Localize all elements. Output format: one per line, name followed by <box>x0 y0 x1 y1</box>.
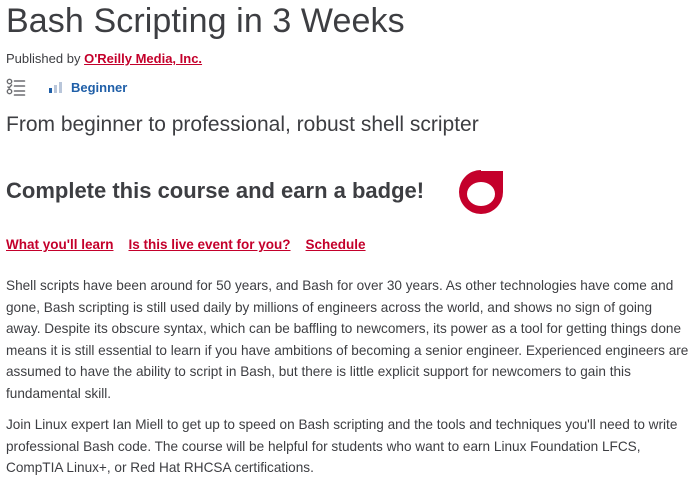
course-page: Bash Scripting in 3 Weeks Published by O… <box>0 0 694 480</box>
course-subtitle: From beginner to professional, robust sh… <box>6 113 479 136</box>
description-paragraph: Shell scripts have been around for 50 ye… <box>6 278 689 401</box>
badge-icon <box>459 170 503 214</box>
nav-link-is-this-for-you[interactable]: Is this live event for you? <box>128 237 290 252</box>
course-description: Shell scripts have been around for 50 ye… <box>6 275 690 489</box>
publisher-link[interactable]: O'Reilly Media, Inc. <box>84 51 202 66</box>
course-title: Bash Scripting in 3 Weeks <box>6 2 405 40</box>
badge-heading: Complete this course and earn a badge! <box>6 178 425 203</box>
level-bars-icon <box>49 82 62 93</box>
nav-link-schedule[interactable]: Schedule <box>306 237 366 252</box>
nav-link-what-youll-learn[interactable]: What you'll learn <box>6 237 113 252</box>
description-paragraph: Join Linux expert Ian Miell to get up to… <box>6 417 678 475</box>
course-meta: Beginner <box>6 76 127 98</box>
publisher-line: Published by O'Reilly Media, Inc. <box>6 51 202 66</box>
list-icon <box>6 78 26 96</box>
level-label: Beginner <box>71 79 128 95</box>
published-by-label: Published by <box>6 51 81 66</box>
course-nav: What you'll learn Is this live event for… <box>6 237 381 252</box>
